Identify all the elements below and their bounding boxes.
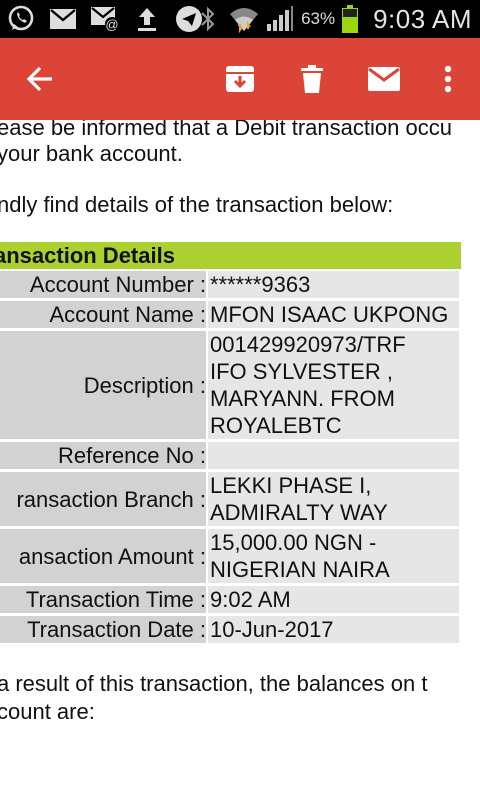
clock: 9:03 AM [373,3,472,34]
row-value-line: ROYALEBTC [210,413,342,438]
row-label: Account Number : [0,271,206,298]
row-value: 001429920973/TRF IFO SYLVESTER , MARYANN… [208,331,459,439]
wifi-icon [229,4,259,34]
bluetooth-icon [193,4,223,34]
status-bar: @ 63% 9:03 AM [0,0,480,38]
table-row: ansaction Amount : 15,000.00 NGN - NIGER… [0,529,459,583]
row-value-line: 15,000.00 NGN - [210,530,377,555]
table-row: Account Name : MFON ISAAC UKPONG [0,301,459,328]
svg-text:@: @ [105,17,118,32]
row-value-line: LEKKI PHASE I, [210,473,372,498]
row-value-line: 001429920973/TRF [210,332,406,357]
find-details-text: ndly find details of the transaction bel… [0,192,394,217]
intro-text-line-1: ease be informed that a Debit transactio… [0,120,452,140]
row-value: MFON ISAAC UKPONG [208,301,459,328]
table-row: Transaction Time : 9:02 AM [0,586,459,613]
intro-text-line-2: your bank account. [0,141,183,166]
row-value: ******9363 [208,271,459,298]
email-body: ease be informed that a Debit transactio… [0,120,480,800]
whatsapp-icon [6,4,36,34]
row-label: Account Name : [0,301,206,328]
row-label: Description : [0,331,206,439]
app-bar [0,38,480,120]
back-button[interactable] [12,38,68,120]
more-vert-icon [444,65,452,93]
email-icon [48,4,78,34]
row-label: ransaction Branch : [0,472,206,526]
outro-text-line-2: count are: [0,699,95,724]
delete-icon [301,65,323,93]
signal-icon [265,4,295,34]
mail-icon [368,67,400,91]
table-row: Reference No : [0,442,459,469]
row-value-line: ADMIRALTY WAY [210,500,388,525]
row-label: ansaction Amount : [0,529,206,583]
mail-button[interactable] [356,38,412,120]
battery-percent: 63% [301,9,336,28]
row-value-line: NIGERIAN NAIRA [210,557,390,582]
table-row: Description : 001429920973/TRF IFO SYLVE… [0,331,459,439]
row-label: Transaction Time : [0,586,206,613]
row-value-line: IFO SYLVESTER , [210,359,393,384]
row-value [208,442,459,469]
delete-button[interactable] [284,38,340,120]
outro-text-line-1: a result of this transaction, the balanc… [0,671,428,696]
more-options-button[interactable] [428,38,468,120]
row-value-line: MARYANN. FROM [210,386,395,411]
row-value: 10-Jun-2017 [208,616,459,643]
battery-icon [341,4,359,34]
table-row: Transaction Date : 10-Jun-2017 [0,616,459,643]
back-arrow-icon [26,66,52,92]
row-value: LEKKI PHASE I, ADMIRALTY WAY [208,472,459,526]
upload-icon [132,4,162,34]
row-value: 9:02 AM [208,586,459,613]
table-row: ransaction Branch : LEKKI PHASE I, ADMIR… [0,472,459,526]
row-label: Transaction Date : [0,616,206,643]
archive-icon [226,66,254,92]
transaction-details-header: ansaction Details [0,242,461,269]
email-at-icon: @ [90,4,120,34]
row-label: Reference No : [0,442,206,469]
row-value: 15,000.00 NGN - NIGERIAN NAIRA [208,529,459,583]
table-row: Account Number : ******9363 [0,271,459,298]
archive-button[interactable] [212,38,268,120]
